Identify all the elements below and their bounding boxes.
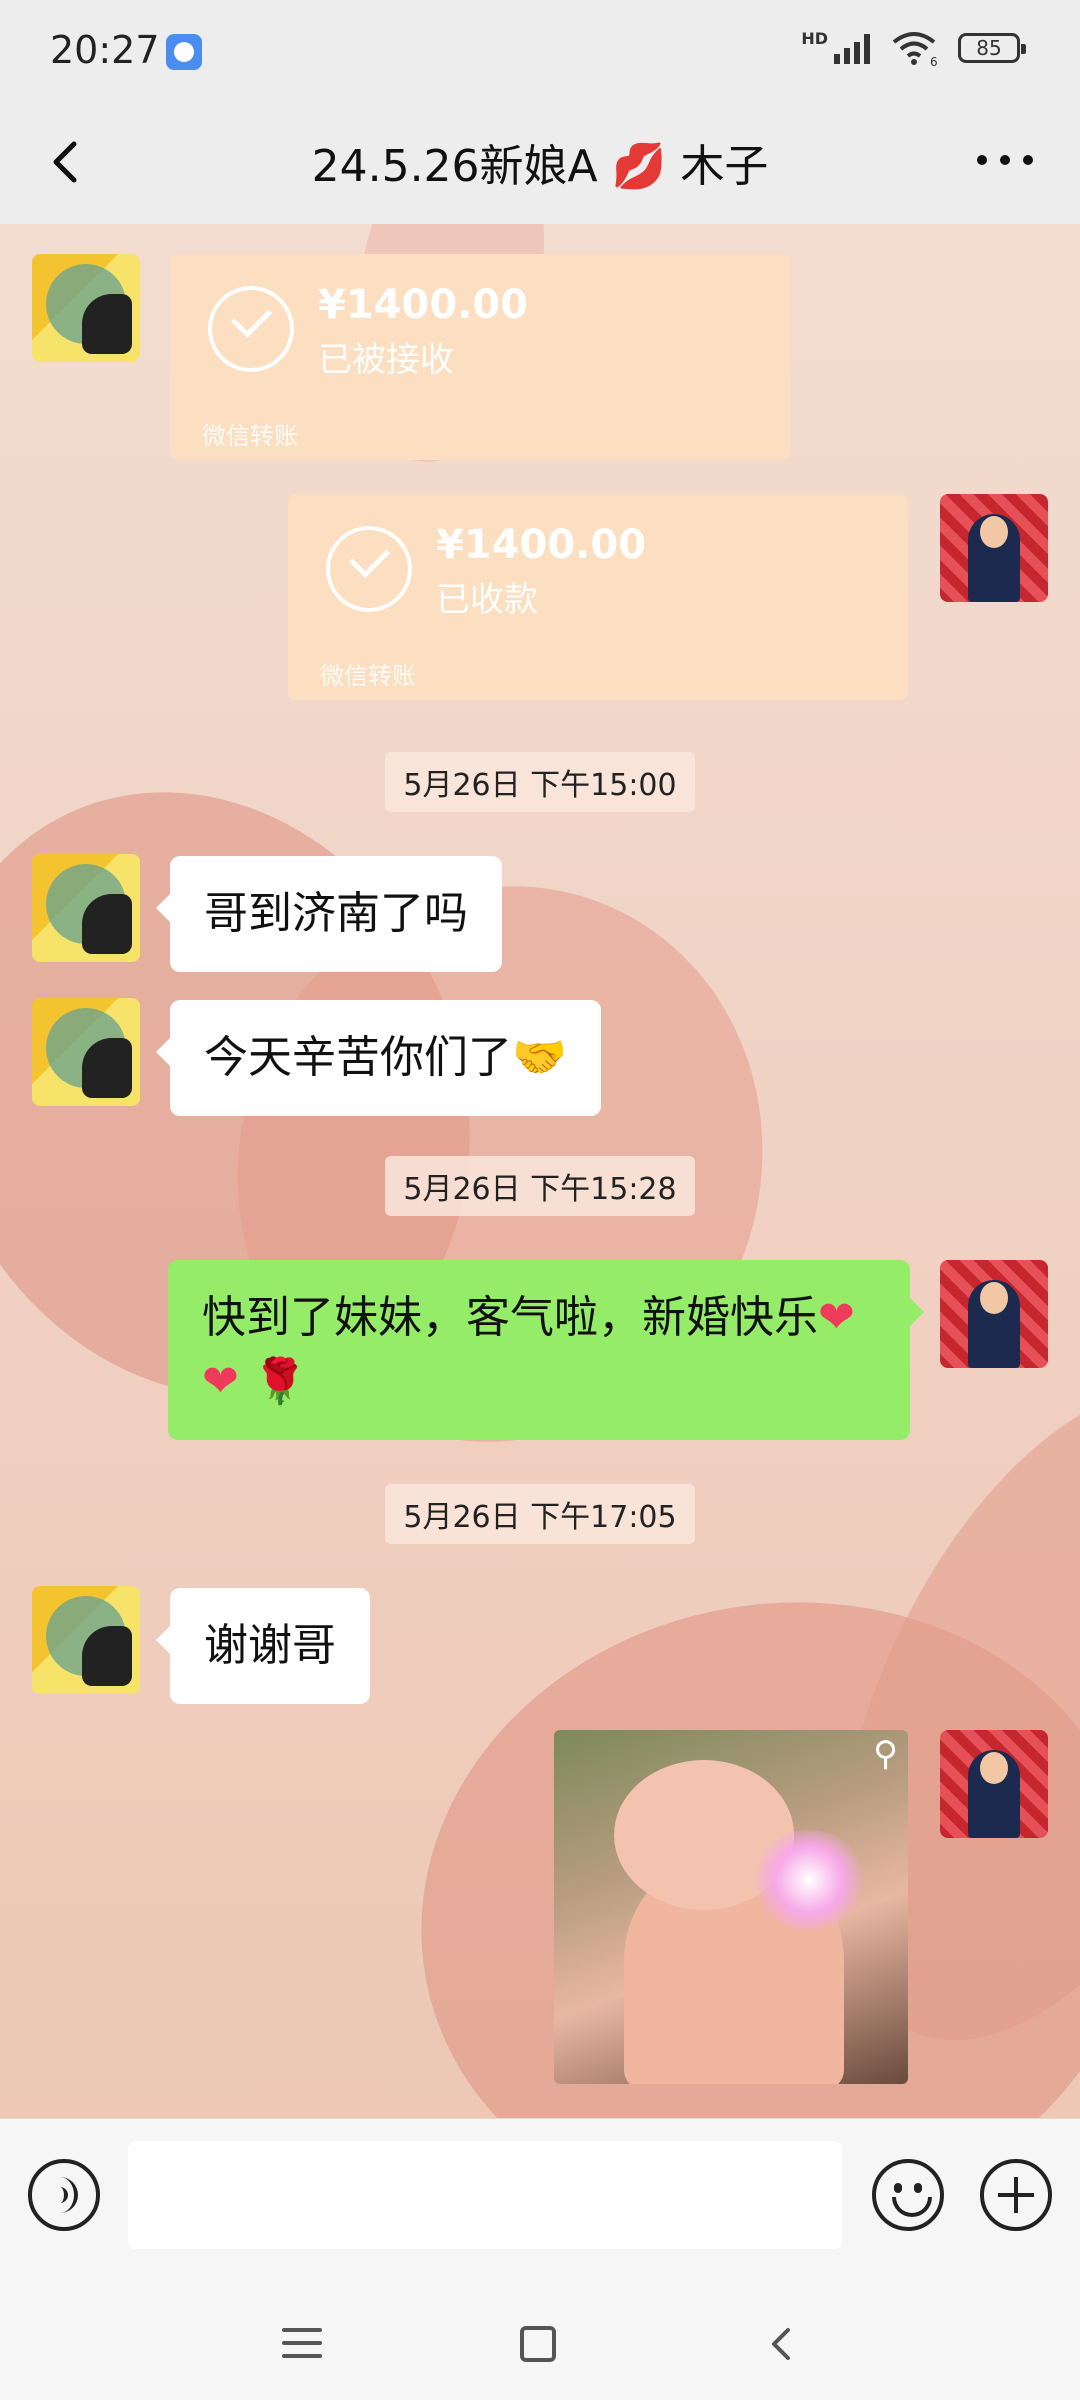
contact-avatar[interactable] <box>32 854 140 962</box>
transfer-amount: ¥1400.00 <box>436 522 647 568</box>
transfer-footer: 微信转账 <box>320 662 416 690</box>
message-text: 快到了妹妹，客气啦，新婚快乐 <box>202 1292 818 1343</box>
chat-header: 24.5.26新娘A 💋 木子 <box>0 100 1080 224</box>
sticker-heart-glow <box>754 1830 864 1930</box>
message-bubble-incoming[interactable]: 谢谢哥 <box>156 1588 370 1704</box>
sticker-image[interactable]: ⚲ <box>554 1730 908 2084</box>
timestamp: 5月26日 下午17:05 <box>0 1484 1080 1544</box>
transfer-status: 已被接收 <box>318 340 454 380</box>
transfer-status: 已收款 <box>436 580 538 620</box>
chat-title: 24.5.26新娘A 💋 木子 <box>311 141 769 192</box>
system-back-icon[interactable] <box>766 2326 796 2362</box>
notification-app-icon <box>166 34 202 70</box>
contact-avatar[interactable] <box>32 998 140 1106</box>
transfer-amount: ¥1400.00 <box>318 282 529 328</box>
wifi-icon: 6 <box>892 32 938 66</box>
transfer-footer: 微信转账 <box>202 422 298 450</box>
contact-avatar[interactable] <box>32 1586 140 1694</box>
my-avatar[interactable] <box>940 494 1048 602</box>
voice-input-icon[interactable] <box>28 2159 100 2231</box>
message-bubble-incoming[interactable]: 今天辛苦你们了🤝 <box>156 1000 601 1116</box>
hd-label: HD <box>801 29 828 48</box>
my-avatar[interactable] <box>940 1260 1048 1368</box>
status-bar: 20:27 HD 6 85 <box>0 0 1080 100</box>
recent-apps-icon[interactable] <box>282 2328 322 2358</box>
transfer-card-received[interactable]: ¥1400.00 已被接收 微信转账 <box>170 254 790 460</box>
signal-icon <box>834 32 870 64</box>
rose-emoji: 🌹 <box>252 1356 308 1407</box>
contact-avatar[interactable] <box>32 254 140 362</box>
heart-emoji: ❤ <box>818 1292 855 1343</box>
emoji-icon[interactable] <box>872 2159 944 2231</box>
check-circle-icon <box>208 286 294 372</box>
home-icon[interactable] <box>520 2326 556 2362</box>
lollipop-icon: ⚲ <box>873 1734 898 1774</box>
my-avatar[interactable] <box>940 1730 1048 1838</box>
transfer-card-collected[interactable]: ¥1400.00 已收款 微信转账 <box>288 494 908 700</box>
more-options-icon[interactable] <box>970 140 1040 180</box>
wifi-sub-label: 6 <box>930 55 938 66</box>
check-circle-icon <box>326 526 412 612</box>
message-input[interactable] <box>128 2141 842 2249</box>
system-nav-bar <box>0 2272 1080 2400</box>
more-actions-icon[interactable] <box>980 2159 1052 2231</box>
battery-icon: 85 <box>958 33 1026 63</box>
chat-message-list[interactable]: ¥1400.00 已被接收 微信转账 ¥1400.00 已收款 微信转账 5月2… <box>0 224 1080 2118</box>
timestamp: 5月26日 下午15:28 <box>0 1156 1080 1216</box>
message-bubble-incoming[interactable]: 哥到济南了吗 <box>156 856 502 972</box>
input-toolbar <box>0 2118 1080 2273</box>
timestamp: 5月26日 下午15:00 <box>0 752 1080 812</box>
message-bubble-outgoing[interactable]: 快到了妹妹，客气啦，新婚快乐❤ ❤ 🌹 <box>168 1260 924 1440</box>
heart-emoji: ❤ <box>202 1356 239 1407</box>
status-time: 20:27 <box>50 28 160 72</box>
